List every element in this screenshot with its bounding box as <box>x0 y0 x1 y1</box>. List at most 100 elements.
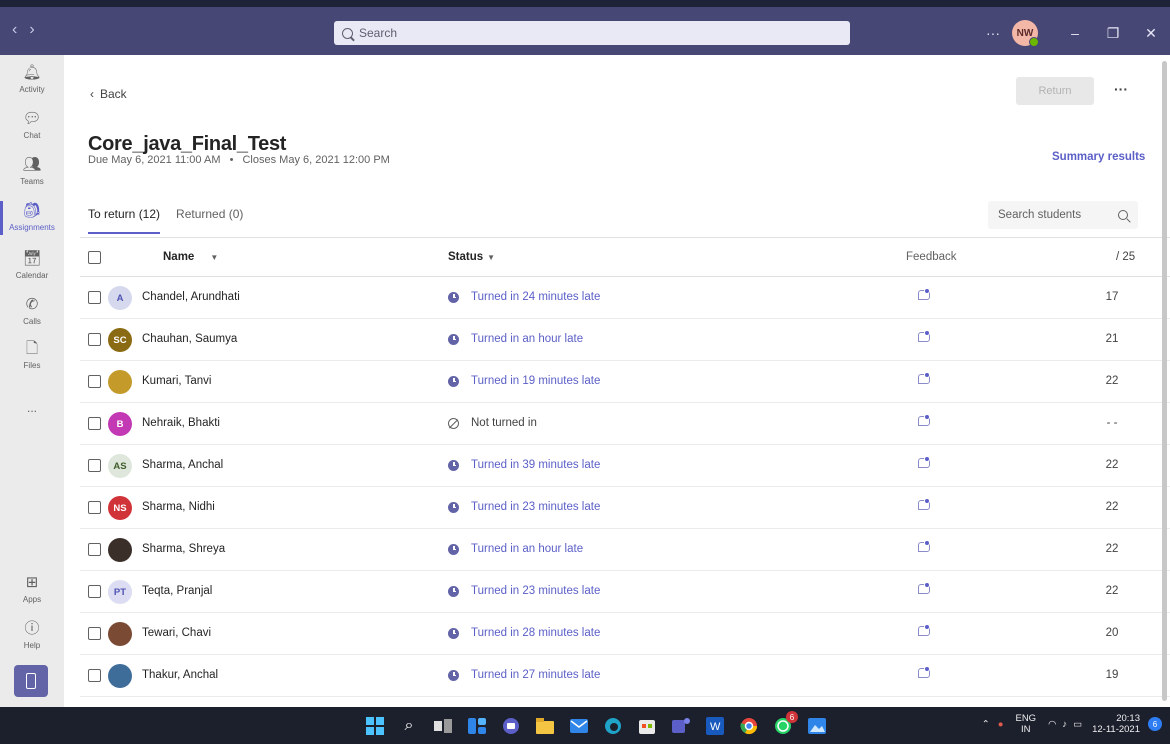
search-students-input[interactable]: Search students <box>988 201 1138 229</box>
task-view-icon[interactable] <box>432 715 454 737</box>
rail-item-calendar[interactable]: 📅︎ Calendar <box>0 249 64 280</box>
rail-item-chat[interactable]: 💬︎ Chat <box>0 109 64 140</box>
table-row[interactable]: PT Teqta, Pranjal Turned in 23 minutes lat… <box>80 571 1170 613</box>
edge-icon[interactable] <box>602 715 624 737</box>
more-options-button[interactable]: ··· <box>986 25 1000 41</box>
rail-item-calls[interactable]: ✆ Calls <box>0 295 64 326</box>
widgets-icon[interactable] <box>466 715 488 737</box>
search-input[interactable]: Search <box>334 21 850 45</box>
row-checkbox[interactable] <box>88 585 101 598</box>
clock[interactable]: 20:13 12-11-2021 <box>1092 713 1140 735</box>
back-arrow-icon[interactable]: ‹ <box>12 21 29 38</box>
feedback-icon[interactable] <box>918 288 932 302</box>
row-checkbox[interactable] <box>88 501 101 514</box>
rail-item-assignments[interactable]: 🎒︎ Assignments <box>0 201 64 235</box>
student-name[interactable]: Thakur, Anchal <box>142 669 218 681</box>
row-checkbox[interactable] <box>88 375 101 388</box>
table-row[interactable]: Kumari, Tanvi Turned in 19 minutes late 22 <box>80 361 1170 403</box>
more-actions-button[interactable]: ··· <box>1114 81 1128 97</box>
feedback-icon[interactable] <box>918 540 932 554</box>
row-checkbox[interactable] <box>88 417 101 430</box>
scrollbar[interactable] <box>1162 61 1167 701</box>
status[interactable]: Turned in 23 minutes late <box>448 501 600 513</box>
rail-item-activity[interactable]: 🔔︎ Activity <box>0 63 64 94</box>
tab-returned[interactable]: Returned (0) <box>176 207 243 234</box>
wifi-icon[interactable]: ◠ <box>1048 719 1056 730</box>
table-row[interactable]: B Nehraik, Bhakti Not turned in - - <box>80 403 1170 445</box>
select-all-checkbox[interactable] <box>88 251 101 264</box>
status[interactable]: Turned in 19 minutes late <box>448 375 600 387</box>
table-row[interactable]: Thakur, Anchal Turned in 27 minutes late 1… <box>80 655 1170 697</box>
rail-item-help[interactable]: ⓘ Help <box>0 619 64 650</box>
maximize-button[interactable]: ❐ <box>1094 25 1132 42</box>
start-icon[interactable] <box>364 715 386 737</box>
rail-item-more[interactable]: ... <box>0 401 64 415</box>
row-checkbox[interactable] <box>88 291 101 304</box>
status[interactable]: Turned in an hour late <box>448 333 583 345</box>
row-checkbox[interactable] <box>88 543 101 556</box>
feedback-icon[interactable] <box>918 456 932 470</box>
feedback-icon[interactable] <box>918 666 932 680</box>
defender-icon[interactable]: ● <box>998 719 1004 730</box>
student-name[interactable]: Sharma, Shreya <box>142 543 225 555</box>
notification-badge[interactable]: 6 <box>1148 717 1162 731</box>
search-icon[interactable]: ⌕ <box>398 715 420 737</box>
student-name[interactable]: Chauhan, Saumya <box>142 333 237 345</box>
student-name[interactable]: Teqta, Pranjal <box>142 585 212 597</box>
status[interactable]: Not turned in <box>448 417 537 429</box>
student-name[interactable]: Chandel, Arundhati <box>142 291 240 303</box>
status[interactable]: Turned in 24 minutes late <box>448 291 600 303</box>
points-value[interactable]: 22 <box>1092 375 1132 387</box>
feedback-icon[interactable] <box>918 330 932 344</box>
student-name[interactable]: Nehraik, Bhakti <box>142 417 220 429</box>
mobile-app-button[interactable] <box>14 665 48 697</box>
status[interactable]: Turned in 27 minutes late <box>448 669 600 681</box>
back-link[interactable]: ‹ Back <box>90 87 127 101</box>
battery-icon[interactable]: ▭ <box>1073 719 1082 730</box>
rail-item-apps[interactable]: ⊞ Apps <box>0 573 64 604</box>
profile-avatar[interactable]: NW <box>1012 20 1039 47</box>
file-explorer-icon[interactable] <box>534 715 556 737</box>
points-value[interactable]: 21 <box>1092 333 1132 345</box>
table-row[interactable]: Sharma, Shreya Turned in an hour late 22 <box>80 529 1170 571</box>
chevron-up-icon[interactable]: ⌃ <box>982 719 990 730</box>
student-name[interactable]: Sharma, Anchal <box>142 459 223 471</box>
feedback-icon[interactable] <box>918 582 932 596</box>
chrome-icon[interactable] <box>738 715 760 737</box>
teams-icon[interactable] <box>670 715 692 737</box>
points-value[interactable]: 22 <box>1092 501 1132 513</box>
name-column-header[interactable]: Name ▼ <box>163 251 218 263</box>
row-checkbox[interactable] <box>88 459 101 472</box>
teams-chat-icon[interactable] <box>500 715 522 737</box>
photos-icon[interactable] <box>806 715 828 737</box>
table-row[interactable]: A Chandel, Arundhati Turned in 24 minutes … <box>80 277 1170 319</box>
student-name[interactable]: Sharma, Nidhi <box>142 501 215 513</box>
points-value[interactable]: 22 <box>1092 459 1132 471</box>
feedback-icon[interactable] <box>918 498 932 512</box>
feedback-icon[interactable] <box>918 372 932 386</box>
store-icon[interactable] <box>636 715 658 737</box>
status[interactable]: Turned in an hour late <box>448 543 583 555</box>
points-value[interactable]: 19 <box>1092 669 1132 681</box>
student-name[interactable]: Kumari, Tanvi <box>142 375 211 387</box>
language-indicator[interactable]: ENG IN <box>1015 713 1036 735</box>
whatsapp-icon[interactable]: 6 <box>772 711 798 737</box>
rail-item-teams[interactable]: 👥︎ Teams <box>0 155 64 186</box>
rail-item-files[interactable]: 🗋 Files <box>0 339 64 370</box>
status[interactable]: Turned in 23 minutes late <box>448 585 600 597</box>
table-row[interactable]: Tewari, Chavi Turned in 28 minutes late 20 <box>80 613 1170 655</box>
table-row[interactable]: SC Chauhan, Saumya Turned in an hour late 2… <box>80 319 1170 361</box>
points-value[interactable]: 22 <box>1092 543 1132 555</box>
points-value[interactable]: - - <box>1092 417 1132 429</box>
minimize-button[interactable]: – <box>1056 25 1094 41</box>
feedback-icon[interactable] <box>918 414 932 428</box>
row-checkbox[interactable] <box>88 333 101 346</box>
feedback-icon[interactable] <box>918 624 932 638</box>
status-column-header[interactable]: Status ▼ <box>448 251 495 263</box>
table-row[interactable]: NS Sharma, Nidhi Turned in 23 minutes late… <box>80 487 1170 529</box>
forward-arrow-icon[interactable]: › <box>29 21 46 38</box>
word-icon[interactable]: W <box>704 715 726 737</box>
table-row[interactable]: AS Sharma, Anchal Turned in 39 minutes lat… <box>80 445 1170 487</box>
status[interactable]: Turned in 28 minutes late <box>448 627 600 639</box>
row-checkbox[interactable] <box>88 627 101 640</box>
